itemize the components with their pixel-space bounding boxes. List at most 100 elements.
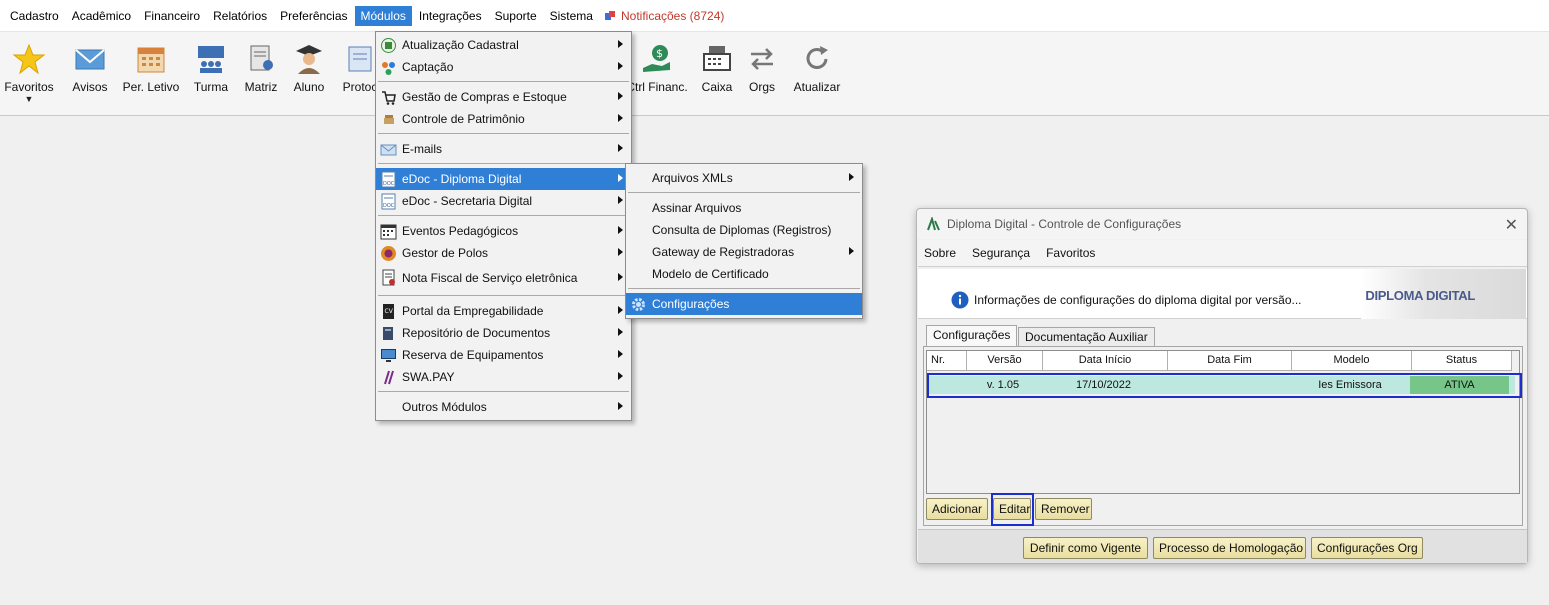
menu-item-label: Atualização Cadastral [402,38,519,52]
per-letivo-button[interactable]: Per. Letivo [122,42,180,94]
menu-item-gateway-registradoras[interactable]: Gateway de Registradoras [626,241,862,263]
dialog-menu-favoritos[interactable]: Favoritos [1046,246,1095,260]
turma-button[interactable]: Turma [192,42,230,94]
dialog-menubar: Sobre Segurança Favoritos [918,240,1527,267]
notification-icon [604,10,615,20]
menu-preferencias[interactable]: Preferências [274,6,353,26]
configuracoes-org-button[interactable]: Configurações Org [1311,537,1423,559]
menu-item-label: SWA.PAY [402,370,455,384]
matriz-label: Matriz [244,80,278,94]
menu-item-edoc-diploma-digital[interactable]: DOC eDoc - Diploma Digital [376,168,631,190]
menu-financeiro[interactable]: Financeiro [138,6,206,26]
menu-item-label: Consulta de Diplomas (Registros) [652,223,832,237]
menu-item-gestor-polos[interactable]: Gestor de Polos [376,242,631,264]
menu-separator [378,81,629,82]
tab-documentacao-auxiliar[interactable]: Documentação Auxiliar [1018,327,1155,347]
caixa-button[interactable]: Caixa [700,42,734,94]
favoritos-button[interactable]: Favoritos ▼ [4,42,54,104]
avisos-button[interactable]: Avisos [70,42,110,94]
menu-sistema[interactable]: Sistema [544,6,599,26]
column-header-data-fim[interactable]: Data Fim [1168,351,1292,371]
toolbar: Favoritos ▼ Avisos Per. Letivo Turma Mat… [0,32,1549,116]
money-hand-icon: $ [643,45,670,72]
info-banner: Informações de configurações do diploma … [918,269,1527,319]
menu-item-emails[interactable]: E-mails [376,138,631,160]
menu-item-label: Configurações [652,297,730,311]
protocolo-button[interactable]: Protoc [340,42,380,94]
swa-pay-icon [384,370,394,385]
svg-text:DOC: DOC [383,203,395,209]
menu-integracoes[interactable]: Integrações [413,6,488,26]
submenu-arrow-icon [849,173,854,181]
menu-item-reserva-equipamentos[interactable]: Reserva de Equipamentos [376,344,631,366]
menu-item-configuracoes[interactable]: Configurações [626,293,862,315]
dialog-footer: Definir como Vigente Processo de Homolog… [918,529,1527,563]
star-icon [12,43,46,75]
orgs-button[interactable]: Orgs [745,42,779,94]
menu-item-modelo-certificado[interactable]: Modelo de Certificado [626,263,862,285]
tab-configuracoes[interactable]: Configurações [926,325,1018,347]
aluno-label: Aluno [293,80,325,94]
menu-item-captacao[interactable]: Captação [376,56,631,78]
ctrl-financ-button[interactable]: $ Ctrl Financ. [626,42,688,94]
processo-homologacao-button[interactable]: Processo de Homologação [1153,537,1306,559]
ctrl-financ-label: Ctrl Financ. [626,80,688,94]
turma-label: Turma [193,80,229,94]
menu-relatorios[interactable]: Relatórios [207,6,273,26]
definir-vigente-button[interactable]: Definir como Vigente [1023,537,1148,559]
protocol-icon [348,46,372,72]
atualizar-button[interactable]: Atualizar [792,42,842,94]
calendar-icon [380,224,397,240]
notifications-link[interactable]: Notificações (8724) [600,6,728,26]
menu-item-label: Eventos Pedagógicos [402,224,519,238]
submenu-arrow-icon [618,273,623,281]
adicionar-button[interactable]: Adicionar [926,498,988,520]
repository-icon [383,327,393,340]
dialog-menu-seguranca[interactable]: Segurança [972,246,1030,260]
menu-suporte[interactable]: Suporte [489,6,543,26]
menu-item-nota-fiscal[interactable]: Nota Fiscal de Serviço eletrônica [376,264,631,292]
menu-item-atualizacao-cadastral[interactable]: Atualização Cadastral [376,34,631,56]
menu-item-outros-modulos[interactable]: Outros Módulos [376,396,631,418]
config-grid: Nr. Versão Data Início Data Fim Modelo S… [926,350,1520,494]
menu-cadastro[interactable]: Cadastro [4,6,65,26]
dialog-menu-sobre[interactable]: Sobre [924,246,956,260]
calendar-icon [137,47,165,73]
column-header-data-inicio[interactable]: Data Início [1043,351,1168,371]
column-header-modelo[interactable]: Modelo [1292,351,1412,371]
config-dialog: Diploma Digital - Controle de Configuraç… [916,208,1528,564]
remover-button[interactable]: Remover [1035,498,1092,520]
dialog-title: Diploma Digital - Controle de Configuraç… [947,217,1182,231]
column-header-status[interactable]: Status [1412,351,1512,371]
dialog-titlebar[interactable]: Diploma Digital - Controle de Configuraç… [917,209,1527,239]
favoritos-label: Favoritos [4,80,54,94]
envelope-icon [380,144,397,156]
menu-item-arquivos-xmls[interactable]: Arquivos XMLs [626,167,862,189]
menu-item-assinar-arquivos[interactable]: Assinar Arquivos [626,197,862,219]
diploma-digital-submenu: Arquivos XMLs Assinar Arquivos Consulta … [625,163,863,319]
submenu-arrow-icon [618,114,623,122]
menu-item-label: Portal da Empregabilidade [402,304,544,318]
column-header-nr[interactable]: Nr. [927,351,967,371]
menu-item-controle-patrimonio[interactable]: Controle de Patrimônio [376,108,631,130]
menu-item-edoc-secretaria-digital[interactable]: DOC eDoc - Secretaria Digital [376,190,631,212]
close-icon[interactable]: ✕ [1505,215,1518,235]
menu-item-portal-empregabilidade[interactable]: CV Portal da Empregabilidade [376,300,631,322]
svg-text:$: $ [656,47,663,60]
column-header-versao[interactable]: Versão [967,351,1043,371]
refresh-icon [806,46,828,69]
submenu-arrow-icon [618,174,623,182]
invoice-icon [382,269,395,286]
matriz-button[interactable]: Matriz [241,42,281,94]
menu-item-repositorio-documentos[interactable]: Repositório de Documentos [376,322,631,344]
box-icon [384,115,394,124]
menu-item-gestao-compras[interactable]: Gestão de Compras e Estoque [376,86,631,108]
menu-item-label: Repositório de Documentos [402,326,551,340]
menu-academico[interactable]: Acadêmico [66,6,137,26]
menu-item-swa-pay[interactable]: SWA.PAY [376,366,631,388]
menu-item-eventos-pedagogicos[interactable]: Eventos Pedagógicos [376,220,631,242]
aluno-button[interactable]: Aluno [290,42,328,94]
envelope-icon [75,49,105,70]
menu-modulos[interactable]: Módulos [354,5,412,26]
menu-item-consulta-diplomas[interactable]: Consulta de Diplomas (Registros) [626,219,862,241]
